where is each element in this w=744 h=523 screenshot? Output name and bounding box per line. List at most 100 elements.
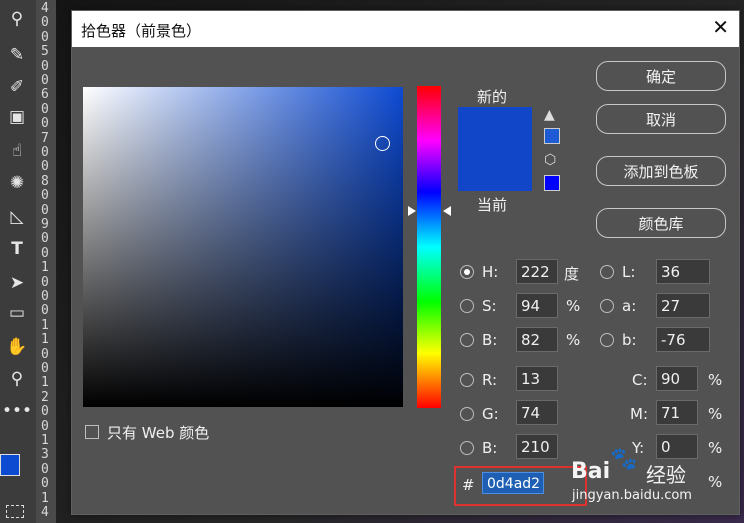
m-label: M: (630, 405, 648, 423)
web-colors-only-checkbox[interactable] (85, 425, 99, 439)
color-cursor-ring[interactable] (375, 136, 390, 151)
g-input[interactable]: 74 (516, 400, 558, 425)
rgb-b-input[interactable]: 210 (516, 434, 558, 459)
pen-tool-icon[interactable]: ◺ (3, 204, 31, 230)
ruler-mark: 0 (41, 145, 49, 160)
s-unit: % (566, 297, 581, 315)
ruler-mark: 4 (41, 1, 49, 16)
paw-icon: 🐾 (610, 447, 638, 472)
b-input[interactable]: 82 (516, 327, 558, 352)
ruler-mark: 3 (41, 447, 49, 463)
add-to-swatches-button[interactable]: 添加到色板 (596, 156, 726, 186)
ruler-mark: 9 (41, 217, 49, 232)
ruler-mark: 0 (41, 73, 49, 88)
ruler-mark: 0 (41, 245, 49, 261)
hand-tool-icon[interactable]: ✋ (3, 334, 31, 360)
r-input[interactable]: 13 (516, 366, 558, 391)
saturation-brightness-field[interactable] (83, 87, 403, 407)
c-unit: % (708, 371, 723, 389)
watermark-brand-cn: 经验 (646, 463, 686, 487)
color-picker-dialog: 拾色器（前景色） ✕ 新的 当前 ▲ ⬡ 确定 取消 添加到色板 颜色库 H: … (71, 10, 740, 515)
rgb-b-radio[interactable] (460, 441, 474, 455)
vertical-ruler: 400500600700800900100011001200130014 (36, 0, 56, 523)
path-select-icon[interactable]: ➤ (3, 270, 31, 296)
watermark-brand: Bai (571, 459, 611, 484)
lab-b-label: b: (622, 331, 637, 349)
h-radio[interactable] (460, 265, 474, 279)
smudge-tool-icon[interactable]: ☝ (3, 138, 31, 164)
ruler-mark: 0 (41, 188, 49, 204)
ruler-mark: 1 (41, 433, 49, 448)
ruler-mark: 0 (41, 346, 49, 362)
ruler-mark: 0 (41, 404, 49, 420)
close-icon[interactable]: ✕ (712, 15, 729, 39)
websafe-warning-icon[interactable]: ⬡ (544, 153, 558, 167)
ruler-mark: 0 (41, 303, 49, 319)
b-label: B: (482, 331, 498, 349)
new-color-label: 新的 (477, 88, 508, 106)
ruler-mark: 8 (41, 173, 49, 189)
more-tools-icon[interactable]: ••• (2, 398, 32, 424)
ruler-mark: 0 (41, 202, 49, 218)
cancel-button[interactable]: 取消 (596, 104, 726, 134)
ruler-mark: 4 (41, 505, 49, 520)
hue-slider[interactable] (417, 86, 441, 408)
g-radio[interactable] (460, 407, 474, 421)
y-input[interactable]: 0 (656, 434, 698, 459)
type-tool-icon[interactable]: T (3, 236, 31, 262)
k-unit: % (708, 473, 723, 491)
a-label: a: (622, 297, 637, 315)
ruler-mark: 7 (41, 130, 49, 146)
ruler-mark: 1 (41, 375, 49, 391)
ruler-mark: 0 (41, 29, 49, 45)
c-input[interactable]: 90 (656, 366, 698, 391)
lab-b-radio[interactable] (600, 333, 614, 347)
l-radio[interactable] (600, 265, 614, 279)
dialog-titlebar: 拾色器（前景色） ✕ (72, 11, 739, 47)
websafe-correction-swatch[interactable] (544, 175, 560, 191)
stamp-tool-icon[interactable]: ⚲ (3, 6, 31, 32)
l-input[interactable]: 36 (656, 259, 710, 284)
a-input[interactable]: 27 (656, 293, 710, 318)
gamut-correction-swatch[interactable] (544, 128, 560, 144)
current-color-swatch[interactable] (458, 149, 532, 191)
zoom-tool-icon[interactable]: ⚲ (3, 366, 31, 392)
gradient-tool-icon[interactable]: ▣ (3, 104, 31, 130)
ruler-mark: 0 (41, 58, 49, 74)
g-label: G: (482, 405, 499, 423)
brush-tool-icon[interactable]: ✎ (3, 42, 31, 68)
hue-slider-left-handle[interactable] (408, 206, 416, 216)
b-radio[interactable] (460, 333, 474, 347)
rectangle-tool-icon[interactable]: ▭ (3, 300, 31, 326)
foreground-color-swatch[interactable] (0, 454, 20, 476)
ruler-mark: 5 (41, 44, 49, 60)
h-unit: 度 (564, 265, 580, 283)
s-label: S: (482, 297, 497, 315)
m-input[interactable]: 71 (656, 400, 698, 425)
tools-panel: ⚲ ✎ ✐ ▣ ☝ ✺ ◺ T ➤ ▭ ✋ ⚲ ••• (0, 0, 36, 523)
y-unit: % (708, 439, 723, 457)
c-label: C: (632, 371, 648, 389)
m-unit: % (708, 405, 723, 423)
ruler-mark: 0 (41, 15, 49, 31)
gamut-warning-icon[interactable]: ▲ (544, 108, 558, 122)
ok-button[interactable]: 确定 (596, 61, 726, 91)
watermark-url: jingyan.baidu.com (572, 488, 692, 503)
eraser-tool-icon[interactable]: ✐ (3, 74, 31, 100)
current-color-label: 当前 (477, 196, 508, 214)
h-input[interactable]: 222 (516, 259, 558, 284)
ruler-mark: 0 (41, 361, 49, 376)
b-unit: % (566, 331, 581, 349)
ruler-mark: 0 (41, 116, 49, 132)
lab-b-input[interactable]: -76 (656, 327, 710, 352)
color-libraries-button[interactable]: 颜色库 (596, 208, 726, 238)
hue-slider-right-handle[interactable] (443, 206, 451, 216)
r-radio[interactable] (460, 373, 474, 387)
s-radio[interactable] (460, 299, 474, 313)
ruler-mark: 0 (41, 274, 49, 290)
s-input[interactable]: 94 (516, 293, 558, 318)
a-radio[interactable] (600, 299, 614, 313)
r-label: R: (482, 371, 498, 389)
sponge-tool-icon[interactable]: ✺ (3, 170, 31, 196)
quick-mask-icon[interactable] (6, 505, 24, 518)
